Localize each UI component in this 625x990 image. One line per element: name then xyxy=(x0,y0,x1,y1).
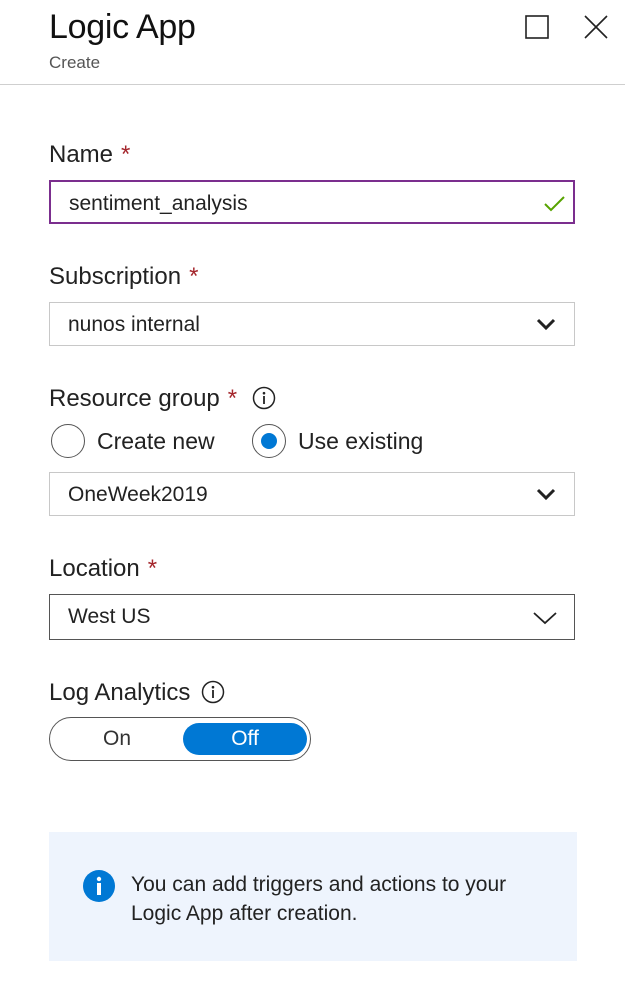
radio-selected-dot xyxy=(260,432,277,449)
required-mark: * xyxy=(121,141,131,168)
close-icon xyxy=(584,15,608,39)
location-select[interactable]: West US xyxy=(49,594,575,640)
radio-use-existing-label: Use existing xyxy=(298,428,424,454)
page-subtitle: Create xyxy=(49,53,101,72)
resource-group-select[interactable]: OneWeek2019 xyxy=(49,472,575,516)
resource-group-select-value: OneWeek2019 xyxy=(68,483,208,506)
close-button[interactable] xyxy=(581,12,611,42)
log-analytics-label-text: Log Analytics xyxy=(49,679,191,706)
location-label-text: Location xyxy=(49,555,140,582)
name-input[interactable]: sentiment_analysis xyxy=(49,180,575,224)
info-circle-icon[interactable] xyxy=(252,386,276,410)
subscription-select-value: nunos internal xyxy=(68,313,200,336)
subscription-label: Subscription * xyxy=(49,263,198,291)
info-icon xyxy=(83,870,115,902)
subscription-select[interactable]: nunos internal xyxy=(49,302,575,346)
required-mark: * xyxy=(227,385,238,412)
chevron-down-icon xyxy=(533,612,557,625)
required-mark: * xyxy=(147,555,158,582)
location-label: Location * xyxy=(49,555,157,583)
name-label-text: Name xyxy=(49,141,114,168)
subscription-label-text: Subscription xyxy=(49,263,182,290)
resource-group-label: Resource group * xyxy=(49,385,276,413)
chevron-down-icon xyxy=(536,318,556,331)
name-input-value: sentiment_analysis xyxy=(69,192,248,215)
resource-group-label-text: Resource group xyxy=(49,385,220,412)
toggle-on-option[interactable]: On xyxy=(55,723,179,755)
square-icon xyxy=(525,15,549,39)
log-analytics-label: Log Analytics xyxy=(49,679,225,707)
location-select-value: West US xyxy=(68,605,151,628)
name-label: Name * xyxy=(49,141,130,169)
radio-circle xyxy=(51,424,85,458)
checkmark-icon xyxy=(544,196,565,212)
info-circle-icon[interactable] xyxy=(201,680,225,704)
chevron-down-icon xyxy=(536,488,556,501)
log-analytics-toggle[interactable]: On Off xyxy=(49,717,311,761)
required-mark: * xyxy=(189,263,199,290)
info-message-text: You can add triggers and actions to your… xyxy=(131,873,507,925)
radio-create-new-label: Create new xyxy=(97,428,215,454)
info-message-box: You can add triggers and actions to your… xyxy=(49,832,577,961)
radio-circle xyxy=(252,424,286,458)
page-title: Logic App xyxy=(49,8,196,46)
maximize-button[interactable] xyxy=(522,12,552,42)
toggle-off-option[interactable]: Off xyxy=(183,723,307,755)
blade-header: Logic App Create xyxy=(0,0,625,85)
